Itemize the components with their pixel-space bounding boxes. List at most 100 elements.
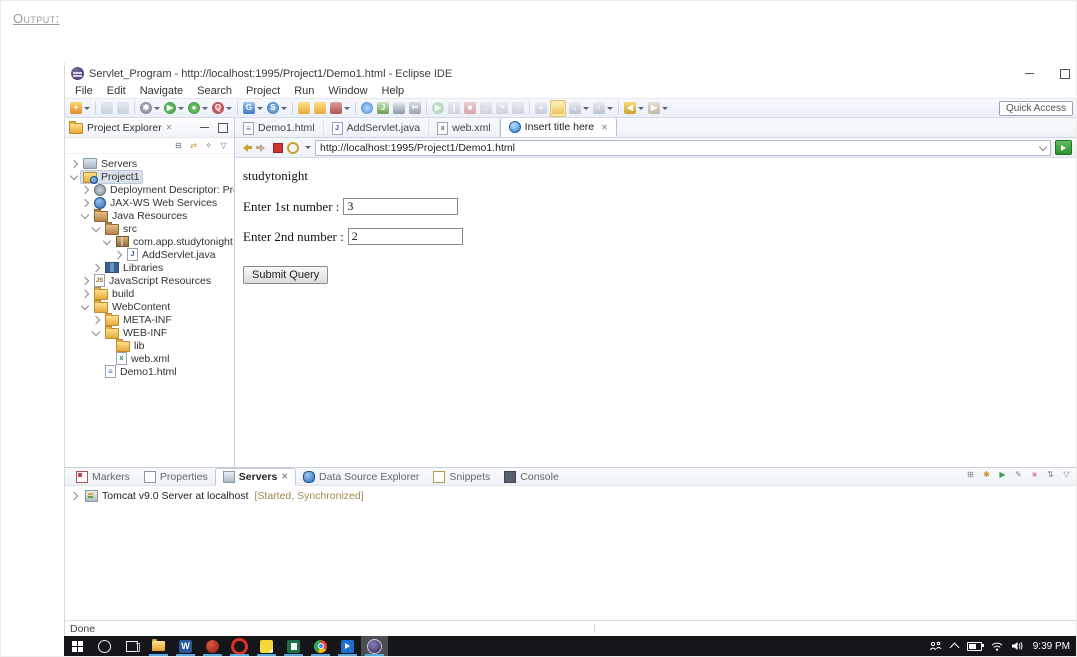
tree-arrow-icon[interactable] (69, 159, 79, 168)
second-number-input[interactable] (347, 228, 463, 245)
battery-icon[interactable] (966, 641, 984, 651)
menu-navigate[interactable]: Navigate (133, 85, 190, 97)
run-icon[interactable]: ▶ (163, 101, 185, 116)
taskbar-media-app-icon[interactable] (334, 636, 361, 656)
editor-tab-demo1-html[interactable]: ≡ Demo1.html (235, 119, 324, 137)
view-lines-icon[interactable]: ≡ (534, 101, 548, 116)
tree-item-java-resources[interactable]: Java Resources (65, 208, 234, 222)
tree-item-lib[interactable]: lib (65, 338, 234, 352)
browser-forward-icon[interactable] (256, 143, 269, 152)
tree-arrow-icon[interactable] (113, 250, 123, 259)
terminate-icon[interactable]: ■ (463, 101, 477, 116)
tree-arrow-icon[interactable] (91, 327, 101, 336)
browser-nav-dropdown-icon[interactable] (305, 146, 311, 149)
profile-server-icon[interactable]: ✎ (1013, 469, 1024, 480)
tree-arrow-icon[interactable] (102, 236, 112, 245)
tree-arrow-icon[interactable] (91, 223, 101, 232)
forward-icon[interactable]: ▶ (647, 101, 669, 116)
tree-item-addservlet-java[interactable]: J AddServlet.java (65, 248, 234, 261)
view-menu-icon[interactable]: ▽ (218, 140, 229, 151)
profile-icon[interactable]: Q (211, 101, 233, 116)
step-into-icon[interactable]: ↓ (479, 101, 493, 116)
tree-item-build[interactable]: build (65, 286, 234, 300)
tree-arrow-icon[interactable] (80, 198, 90, 207)
new-wizard-icon[interactable]: + (69, 101, 91, 116)
open-resource-icon[interactable] (313, 101, 327, 116)
paint-icon[interactable] (329, 101, 351, 116)
taskbar-opera-icon[interactable] (226, 636, 253, 656)
tree-arrow-icon[interactable] (80, 185, 90, 194)
publish-server-icon[interactable]: ⇅ (1045, 469, 1056, 480)
tree-item-web-inf[interactable]: WEB-INF (65, 325, 234, 339)
menu-help[interactable]: Help (375, 85, 412, 97)
tree-item-webcontent[interactable]: WebContent (65, 299, 234, 313)
collapse-all-icon[interactable]: ⊟ (173, 140, 184, 151)
back-icon[interactable]: ◀ (623, 101, 645, 116)
tree-item-libraries[interactable]: Libraries (65, 261, 234, 274)
taskbar-eclipse-icon[interactable] (361, 636, 388, 656)
focus-view-icon[interactable]: ✧ (203, 140, 214, 151)
taskbar-start-icon[interactable] (64, 636, 91, 656)
maximize-button[interactable] (1060, 68, 1070, 79)
stop-server-icon[interactable]: ■ (1029, 469, 1040, 480)
tree-item-demo1-html[interactable]: ≡ Demo1.html (65, 365, 234, 378)
mark-occurrences-icon[interactable] (550, 99, 566, 117)
people-icon[interactable] (929, 641, 942, 651)
url-dropdown-icon[interactable] (1038, 142, 1048, 151)
tree-item-jax-ws-web-services[interactable]: JAX-WS Web Services (65, 196, 234, 209)
minimize-button[interactable] (1025, 73, 1034, 74)
server-row[interactable]: Tomcat v9.0 Server at localhost [Started… (69, 490, 1076, 502)
prev-annotation-icon[interactable]: ↑ (592, 101, 614, 116)
volume-icon[interactable] (1011, 641, 1024, 651)
wifi-icon[interactable] (991, 642, 1003, 651)
taskbar-chrome-icon[interactable] (307, 636, 334, 656)
tree-arrow-icon[interactable] (91, 263, 101, 272)
step-return-icon[interactable]: ↑ (511, 101, 525, 116)
debug-settings-icon[interactable]: ✱ (139, 101, 161, 116)
new-web-service-icon[interactable]: S (266, 101, 288, 116)
tree-arrow-icon[interactable] (80, 210, 90, 219)
editor-tab-web-xml[interactable]: x web.xml (429, 119, 500, 137)
tray-expand-icon[interactable] (949, 642, 960, 653)
resume-icon[interactable]: ▶ (431, 101, 445, 116)
project-explorer-tab[interactable]: Project Explorer (87, 122, 162, 134)
bottom-tab-snippets[interactable]: Snippets (426, 469, 497, 485)
console-window-icon[interactable] (392, 101, 406, 116)
project-explorer-close-icon[interactable]: ✕ (166, 123, 173, 132)
server-expand-icon[interactable] (69, 491, 79, 501)
menu-window[interactable]: Window (321, 85, 374, 97)
browser-stop-icon[interactable] (273, 142, 283, 153)
taskbar-word-icon[interactable]: W (172, 636, 199, 656)
tree-item-project1[interactable]: Project1 (65, 169, 234, 184)
new-web-project-icon[interactable]: G (242, 101, 264, 116)
url-input[interactable] (320, 141, 1040, 154)
tree-arrow-icon[interactable] (69, 171, 79, 180)
bottom-tab-markers[interactable]: Markers (69, 469, 137, 485)
link-with-editor-icon[interactable]: ⇄ (188, 140, 199, 151)
tree-item-web-xml[interactable]: x web.xml (65, 352, 234, 365)
tree-item-javascript-resources[interactable]: JS JavaScript Resources (65, 274, 234, 287)
browser-back-icon[interactable] (239, 143, 252, 152)
menu-search[interactable]: Search (190, 85, 239, 97)
save-icon[interactable] (100, 101, 114, 116)
editor-tab-insert-title-here[interactable]: Insert title here ✕ (499, 117, 617, 137)
tree-arrow-icon[interactable] (91, 315, 101, 324)
new-server-icon[interactable]: ⊞ (965, 469, 976, 480)
menu-edit[interactable]: Edit (100, 85, 133, 97)
tree-item-com-app-studytonight[interactable]: com.app.studytonight (65, 235, 234, 248)
coverage-icon[interactable]: ● (187, 101, 209, 116)
tree-item-src[interactable]: src (65, 221, 234, 235)
tab-close-icon[interactable]: ✕ (281, 472, 288, 481)
bottom-tab-console[interactable]: Console (497, 469, 566, 485)
tree-arrow-icon[interactable] (80, 301, 90, 310)
tree-item-servers[interactable]: Servers (65, 157, 234, 170)
editor-tab-addservlet-java[interactable]: J AddServlet.java (324, 119, 430, 137)
tree-arrow-icon[interactable] (80, 289, 90, 298)
debug-server-icon[interactable]: ✱ (981, 469, 992, 480)
tree-arrow-icon[interactable] (80, 276, 90, 285)
tree-item-meta-inf[interactable]: META-INF (65, 312, 234, 326)
submit-query-button[interactable]: Submit Query (243, 266, 329, 284)
java-element-icon[interactable]: J (376, 101, 390, 116)
quick-access-box[interactable]: Quick Access (998, 101, 1073, 116)
web-browser-icon[interactable] (360, 101, 374, 116)
